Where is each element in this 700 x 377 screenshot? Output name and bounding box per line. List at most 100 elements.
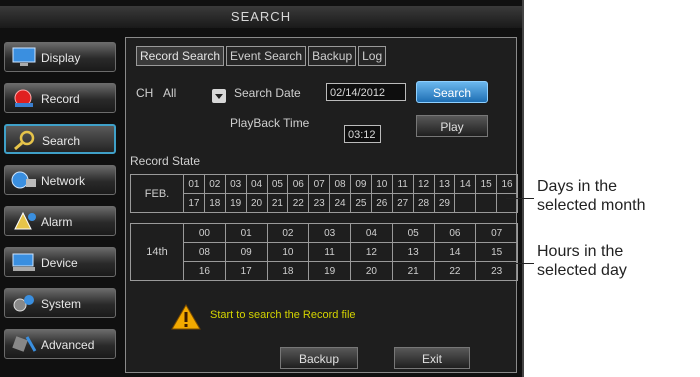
day-cell[interactable]: 21 [266,193,289,213]
sidebar-item-system[interactable]: System [4,288,116,318]
warning-icon [171,304,201,330]
hour-cell[interactable]: 12 [350,242,393,262]
hours-annotation-line2: selected day [537,262,627,279]
hour-cell[interactable]: 14 [433,242,477,262]
playback-time-field[interactable]: 03:12 [344,125,381,143]
day-cell[interactable]: 24 [329,193,351,213]
day-cell[interactable]: 06 [287,174,310,194]
search-date-field[interactable]: 02/14/2012 [326,83,406,101]
tab-log[interactable]: Log [358,46,387,66]
monitor-icon [12,47,36,66]
day-cell[interactable]: 20 [245,193,268,213]
tab-record-search[interactable]: Record Search [136,46,225,66]
tab-event-search[interactable]: Event Search [226,46,307,66]
sidebar-item-label: Record [41,92,80,106]
tab-backup[interactable]: Backup [308,46,357,66]
day-cell[interactable]: 02 [203,174,226,194]
days-callout-line [506,198,534,199]
day-cell[interactable] [496,193,518,213]
sidebar-item-record[interactable]: Record [4,83,116,113]
channel-label: CH [136,86,154,100]
day-cell[interactable]: 01 [183,174,205,194]
hours-grid: 14th 00 01 02 03 04 05 06 07 08 09 10 11 12 13 14 15 16… [130,223,518,281]
day-cell[interactable]: 09 [350,174,372,194]
day-cell[interactable] [454,193,477,213]
search-button[interactable]: Search [416,81,488,103]
alarm-icon [14,211,36,230]
hour-cell[interactable]: 15 [475,242,518,262]
magnifier-icon [14,130,35,150]
sidebar-item-alarm[interactable]: Alarm [4,206,116,236]
day-cell[interactable]: 15 [475,174,498,194]
hour-cell[interactable]: 04 [350,223,393,243]
hour-cell[interactable]: 01 [224,223,268,243]
sidebar-item-search[interactable]: Search [4,124,116,154]
day-cell[interactable]: 17 [183,193,205,213]
day-cell[interactable] [475,193,498,213]
days-annotation-line1: Days in the [537,178,618,195]
sidebar-item-label: Device [41,256,78,270]
network-icon [11,171,36,189]
play-button[interactable]: Play [416,115,488,137]
day-cell[interactable]: 29 [433,193,456,213]
exit-button[interactable]: Exit [394,347,470,369]
window-title: SEARCH [0,6,522,28]
hour-cell[interactable]: 05 [391,223,435,243]
day-cell[interactable]: 12 [412,174,435,194]
day-cell[interactable]: 03 [224,174,247,194]
sidebar-item-label: Search [42,134,81,148]
dvr-screen: SEARCH Display Record Search Network Ala… [0,0,524,377]
day-cell[interactable]: 16 [496,174,518,194]
backup-button[interactable]: Backup [280,347,358,369]
sidebar-item-display[interactable]: Display [4,42,116,72]
hour-cell[interactable]: 11 [308,242,351,262]
day-cell[interactable]: 14 [454,174,477,194]
record-icon [14,89,33,107]
hour-cell[interactable]: 16 [183,261,226,281]
playback-time-label: PlayBack Time [230,116,310,130]
sidebar-item-network[interactable]: Network [4,165,116,195]
day-cell[interactable]: 13 [433,174,456,194]
day-cell[interactable]: 22 [287,193,310,213]
tab-bar: Record Search Event Search Backup Log [136,46,388,66]
channel-select-value[interactable]: All [163,86,176,100]
day-cell[interactable]: 07 [308,174,331,194]
day-cell[interactable]: 19 [224,193,247,213]
day-cell[interactable]: 08 [329,174,351,194]
day-cell[interactable]: 11 [391,174,414,194]
hour-cell[interactable]: 19 [308,261,351,281]
sidebar-item-device[interactable]: Device [4,247,116,277]
hour-cell[interactable]: 18 [266,261,310,281]
hour-cell[interactable]: 07 [475,223,518,243]
hour-cell[interactable]: 17 [224,261,268,281]
record-state-label: Record State [130,154,201,168]
days-grid: FEB. 01 02 03 04 05 06 07 08 09 10 11 12 13 14 15 16 17 1… [130,174,518,213]
hour-cell[interactable]: 06 [433,223,477,243]
day-cell[interactable]: 28 [412,193,435,213]
day-cell[interactable]: 25 [350,193,372,213]
day-cell[interactable]: 27 [391,193,414,213]
hour-cell[interactable]: 21 [391,261,435,281]
sidebar-item-label: Alarm [41,215,73,229]
day-cell[interactable]: 10 [370,174,393,194]
hours-annotation: Hours in the selected day [537,242,627,280]
day-cell[interactable]: 18 [203,193,226,213]
day-cell[interactable]: 05 [266,174,289,194]
hour-cell[interactable]: 22 [433,261,477,281]
hour-cell[interactable]: 00 [183,223,226,243]
sidebar-item-advanced[interactable]: Advanced [4,329,116,359]
day-cell[interactable]: 26 [370,193,393,213]
sidebar-item-label: Display [41,51,81,65]
hour-cell[interactable]: 10 [266,242,310,262]
hour-cell[interactable]: 20 [350,261,393,281]
hours-annotation-line1: Hours in the [537,243,624,260]
day-cell[interactable]: 04 [245,174,268,194]
hour-cell[interactable]: 13 [391,242,435,262]
hour-cell[interactable]: 09 [224,242,268,262]
hour-cell[interactable]: 03 [308,223,351,243]
hour-cell[interactable]: 23 [475,261,518,281]
day-cell[interactable]: 23 [308,193,331,213]
hour-cell[interactable]: 08 [183,242,226,262]
hour-cell[interactable]: 02 [266,223,310,243]
chevron-down-icon[interactable] [212,89,226,103]
